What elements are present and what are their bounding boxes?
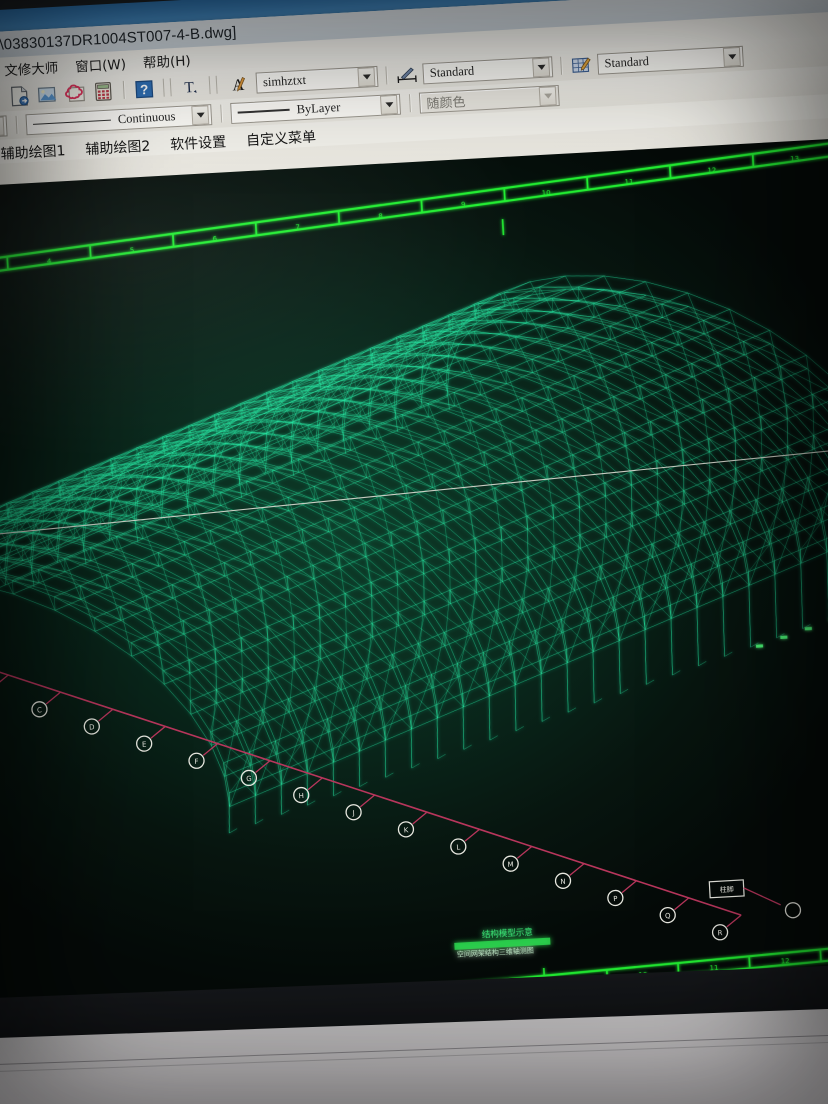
menu-item-help[interactable]: 帮助(H) [142,49,191,72]
plotstyle-value: 随颜色 [426,94,466,112]
toolbar-separator [560,56,563,75]
svg-text:11: 11 [624,178,633,186]
toolbar-separator [208,75,218,95]
svg-text:7: 7 [295,223,300,231]
text-style-value: simhztxt [262,72,307,89]
revision-cloud-icon[interactable] [63,80,88,104]
space-frame-truss [0,275,828,834]
image-insert-icon[interactable] [35,82,60,106]
toolbar-separator [385,66,388,85]
lineweight-preview [237,108,290,114]
svg-text:4: 4 [47,258,52,266]
text-style-icon[interactable]: A [223,72,248,96]
chevron-down-icon[interactable] [191,104,210,125]
table-style-value: Standard [604,53,650,70]
svg-text:H: H [298,792,304,800]
svg-text:12: 12 [707,166,716,174]
menu-item-wenxiu[interactable]: 文修大师 [4,56,59,79]
dimension-style-combo[interactable]: Standard [422,55,554,84]
monitor-photo: 15\03830137DR1004ST007-4-B.dwg] ) 文修大师 窗… [0,0,828,1104]
table-style-icon[interactable] [569,53,594,77]
dimension-style-icon[interactable] [394,62,419,86]
title-text: 结构模型示意 [482,927,534,941]
svg-text:12: 12 [781,957,790,965]
svg-text:P: P [613,895,618,903]
plotstyle-combo: 随颜色 [418,84,560,114]
linetype-value: Continuous [117,108,176,126]
tab-custom-menu[interactable]: 自定义菜单 [246,126,317,150]
svg-text:Q: Q [665,912,671,920]
svg-text:8: 8 [378,212,383,220]
toolbar-separator [122,80,125,99]
lineweight-value: ByLayer [296,99,341,116]
svg-text:13: 13 [790,155,799,163]
cad-drawing-canvas[interactable]: 34567891011121314 ABCDEFGHJKLMNPQR柱脚 123… [0,135,828,1067]
text-tool-icon[interactable]: T [178,74,203,98]
layer-combo[interactable] [0,114,8,139]
svg-text:E: E [142,741,147,749]
calculator-icon[interactable] [91,79,116,103]
layer-manager-icon[interactable] [0,85,4,109]
tab-software-settings[interactable]: 软件设置 [170,131,227,154]
svg-text:5: 5 [130,246,135,254]
chevron-down-icon [538,85,557,106]
space-frame-model: 34567891011121314 ABCDEFGHJKLMNPQR柱脚 123… [0,135,828,1044]
svg-text:M: M [507,861,513,869]
drawing-title-block: 结构模型示意 空间网架结构三维轴测图 [454,927,551,959]
chevron-down-icon[interactable] [532,56,551,77]
svg-text:K: K [403,826,408,834]
svg-text:9: 9 [461,201,466,209]
svg-text:F: F [194,758,198,766]
svg-text:R: R [717,929,722,937]
desk-edge-line [0,1039,828,1074]
svg-text:柱脚: 柱脚 [719,884,733,894]
chevron-down-icon[interactable] [357,66,376,87]
chevron-down-icon[interactable] [722,46,741,67]
linetype-preview [32,119,111,125]
table-style-combo[interactable]: Standard [596,45,744,75]
dimension-style-value: Standard [429,63,475,80]
tab-aux-draw-2[interactable]: 辅助绘图2 [85,136,151,160]
svg-text:T: T [184,79,195,97]
svg-text:10: 10 [542,189,551,197]
export-document-icon[interactable] [7,83,32,107]
toolbar-separator [408,94,411,113]
svg-text:G: G [246,775,252,783]
toolbar-separator [220,104,223,123]
svg-text:6: 6 [212,235,217,243]
help-icon[interactable]: ? [132,77,157,101]
chevron-down-icon[interactable] [379,94,398,115]
tab-aux-draw-1[interactable]: 辅助绘图1 [0,140,66,164]
text-style-combo[interactable]: simhztxt [255,65,379,94]
menu-item-window[interactable]: 窗口(W) [75,53,127,76]
grid-axis-line: ABCDEFGHJKLMNPQR柱脚 [0,657,802,941]
desk-edge-line [0,1032,828,1067]
cad-model-viewport: 34567891011121314 ABCDEFGHJKLMNPQR柱脚 123… [0,135,828,1066]
svg-text:C: C [37,706,42,714]
svg-text:L: L [456,843,460,851]
toolbar-separator [15,115,18,134]
svg-text:N: N [560,878,566,886]
svg-text:?: ? [140,81,149,96]
toolbar-separator [162,78,172,97]
svg-text:J: J [351,809,355,817]
chevron-down-icon[interactable] [0,116,5,136]
svg-text:D: D [89,723,95,731]
